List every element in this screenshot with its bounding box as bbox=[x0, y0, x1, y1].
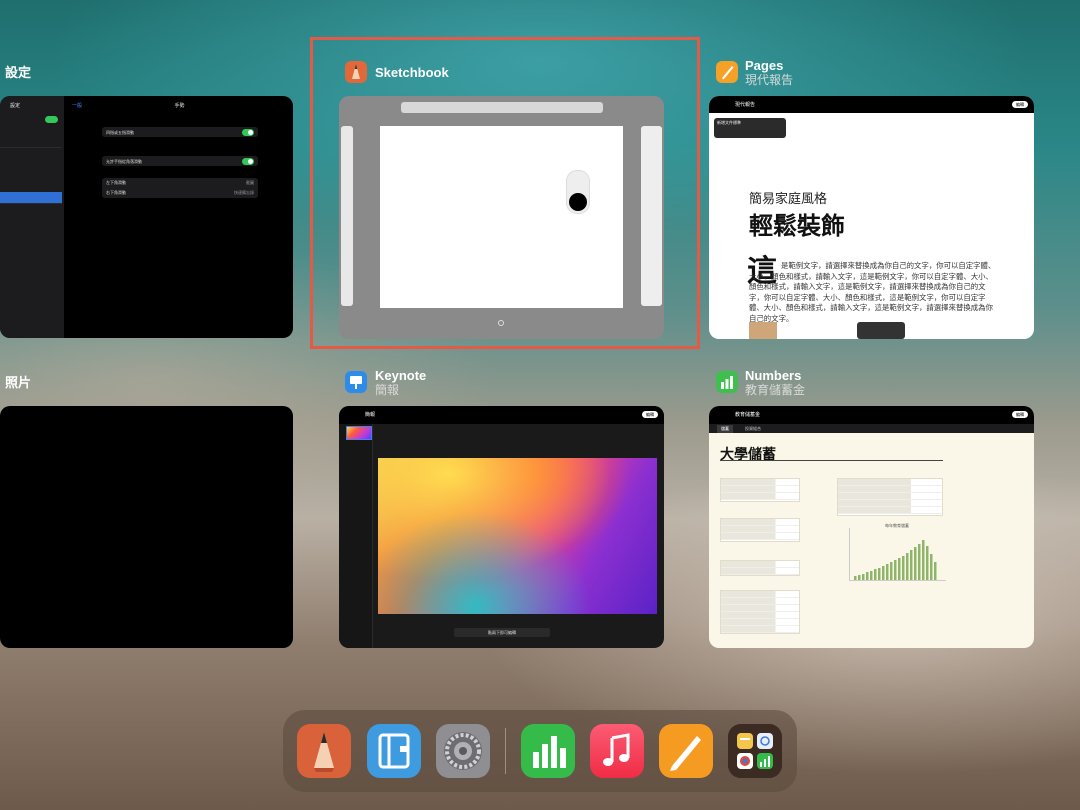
numbers-table bbox=[720, 518, 800, 542]
pages-body-text: 是範例文字，請選擇來替換成為你自己的文字，你可以自定字體、大小、顏色和樣式，請輸… bbox=[749, 261, 996, 323]
pages-edit-button[interactable]: 編輯 bbox=[1012, 101, 1028, 108]
pages-app-label[interactable]: Pages 現代報告 bbox=[745, 58, 793, 87]
keynote-doc-subtitle: 簡報 bbox=[375, 383, 400, 397]
sketchbook-app-icon bbox=[345, 61, 367, 83]
settings-dock-icon[interactable] bbox=[436, 724, 490, 778]
dock bbox=[283, 710, 797, 792]
pages-toolbar: 現代報告 編輯 bbox=[709, 96, 1034, 113]
photos-window-preview[interactable] bbox=[0, 406, 293, 648]
sketchbook-window-preview[interactable] bbox=[339, 96, 664, 339]
keynote-app-name: Keynote bbox=[375, 368, 427, 383]
toggle-switch[interactable] bbox=[242, 129, 254, 136]
pages-image bbox=[857, 322, 905, 339]
numbers-table bbox=[837, 478, 943, 516]
pages-doc-subtitle: 現代報告 bbox=[745, 73, 794, 87]
numbers-table bbox=[720, 478, 800, 502]
numbers-sheet-title: 大學儲蓄 bbox=[720, 447, 776, 463]
keynote-app-label[interactable]: Keynote 簡報 bbox=[375, 368, 426, 397]
sketchbook-brush-palette bbox=[341, 126, 353, 306]
music-dock-icon[interactable] bbox=[590, 724, 644, 778]
sketchbook-toolbar bbox=[401, 102, 603, 113]
numbers-app-label[interactable]: Numbers 教育儲蓄金 bbox=[745, 368, 805, 397]
page-indicator-dot bbox=[498, 320, 504, 326]
pages-app-icon bbox=[716, 61, 738, 83]
keynote-window-preview[interactable]: 簡報 編輯 點兩下即可編輯 bbox=[339, 406, 664, 648]
photos-app-label[interactable]: 照片 bbox=[5, 375, 31, 390]
divider bbox=[720, 460, 943, 461]
pages-kicker: 簡易家庭風格 bbox=[749, 192, 828, 207]
numbers-bar-chart bbox=[849, 528, 946, 581]
keynote-toolbar: 簡報 編輯 bbox=[339, 406, 664, 424]
keynote-app-icon bbox=[345, 371, 367, 393]
pages-image bbox=[749, 322, 777, 339]
pages-window-preview[interactable]: 現代報告 編輯 新增文件標準 簡易家庭風格 輕鬆裝飾 這 是範例文字，請選擇來替… bbox=[709, 96, 1034, 339]
sketchbook-canvas bbox=[380, 126, 623, 308]
keynote-hint: 點兩下即可編輯 bbox=[454, 628, 550, 637]
numbers-doc-subtitle: 教育儲蓄金 bbox=[745, 383, 806, 397]
keynote-slide-navigator bbox=[339, 424, 373, 648]
pages-tooltip: 新增文件標準 bbox=[714, 118, 786, 138]
sketchbook-dock-icon[interactable] bbox=[297, 724, 351, 778]
settings-app-name: 設定 bbox=[5, 65, 32, 80]
settings-gesture-row-1[interactable]: 四指或五指滑動 bbox=[102, 127, 258, 137]
dock-separator bbox=[505, 728, 506, 774]
sketchbook-layer-panel bbox=[641, 126, 662, 306]
sketchbook-app-name: Sketchbook bbox=[375, 65, 449, 80]
keynote-slide bbox=[378, 458, 657, 614]
settings-corner-gestures[interactable]: 左下角滑動 截圖 右下角滑動 快速備忘錄 bbox=[102, 178, 258, 198]
settings-window-preview[interactable]: 設定 一般 手勢 四指或五指滑動 允許手指從角落滑動 左下角滑動 截圖 右下角滑… bbox=[0, 96, 293, 338]
pages-app-name: Pages bbox=[745, 58, 784, 73]
pages-headline: 輕鬆裝飾 bbox=[749, 212, 845, 240]
settings-page-title: 手勢 bbox=[174, 103, 185, 109]
numbers-dock-icon[interactable] bbox=[521, 724, 575, 778]
tab-savings[interactable]: 儲蓄 bbox=[717, 425, 733, 433]
notebooks-dock-icon[interactable] bbox=[367, 724, 421, 778]
numbers-edit-button[interactable]: 編輯 bbox=[1012, 411, 1028, 418]
brush-puck bbox=[566, 170, 590, 214]
numbers-app-name: Numbers bbox=[745, 368, 802, 383]
app-library-dock-icon[interactable] bbox=[728, 724, 782, 778]
settings-gesture-row-2[interactable]: 允許手指從角落滑動 bbox=[102, 156, 258, 166]
numbers-app-icon bbox=[716, 371, 738, 393]
settings-main: 一般 手勢 四指或五指滑動 允許手指從角落滑動 左下角滑動 截圖 右下角滑動 快… bbox=[66, 96, 293, 338]
settings-app-label[interactable]: 設定 bbox=[5, 65, 31, 80]
photos-app-name: 照片 bbox=[5, 375, 32, 390]
keynote-slide-thumbnail[interactable] bbox=[346, 426, 372, 440]
numbers-window-preview[interactable]: 教育儲蓄金 編輯 儲蓄 投資組合 大學儲蓄 每年教育儲蓄 bbox=[709, 406, 1034, 648]
settings-sidebar: 設定 bbox=[0, 96, 64, 338]
numbers-table bbox=[720, 560, 800, 576]
sketchbook-app-label[interactable]: Sketchbook bbox=[375, 65, 449, 80]
tab-portfolio[interactable]: 投資組合 bbox=[745, 426, 761, 432]
toggle-switch[interactable] bbox=[242, 158, 254, 165]
numbers-toolbar: 教育儲蓄金 編輯 bbox=[709, 406, 1034, 424]
numbers-sheet-tabs: 儲蓄 投資組合 bbox=[709, 424, 1034, 433]
numbers-table bbox=[720, 590, 800, 634]
keynote-edit-button[interactable]: 編輯 bbox=[642, 411, 658, 418]
pages-dock-icon[interactable] bbox=[659, 724, 713, 778]
